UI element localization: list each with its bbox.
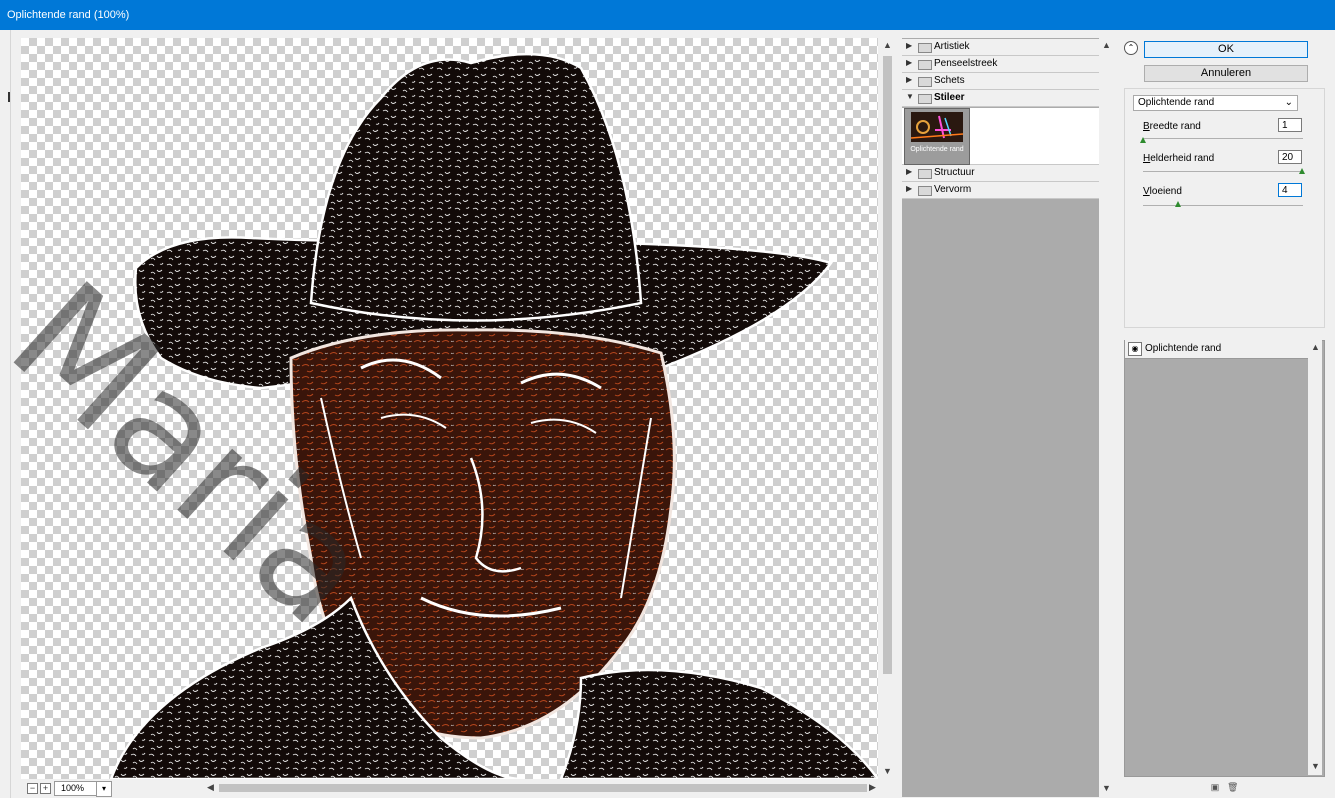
expand-icon: ▶ <box>906 75 913 84</box>
folder-icon <box>918 169 932 179</box>
zoom-out-icon[interactable]: − <box>27 783 38 794</box>
effect-layer-label: Oplichtende rand <box>1145 343 1222 354</box>
helderheid-rand-slider-handle[interactable] <box>1299 168 1305 174</box>
layers-scroll-down-icon[interactable]: ▼ <box>1311 761 1320 771</box>
vertical-scroll-thumb[interactable] <box>883 56 892 674</box>
category-artistiek[interactable]: ▶ Artistiek <box>902 39 1099 56</box>
folder-open-icon <box>918 94 932 104</box>
folder-icon <box>918 43 932 53</box>
param-label-helderheid-rand: Helderheid rand <box>1143 153 1215 164</box>
gallery-scrollbar[interactable]: ▲ ▼ <box>1099 38 1113 797</box>
layers-scrollbar[interactable]: ▲ ▼ <box>1308 340 1322 775</box>
helderheid-rand-input[interactable]: 20 <box>1278 150 1302 164</box>
expand-icon: ▶ <box>906 58 913 67</box>
horizontal-scroll-thumb[interactable] <box>219 784 867 792</box>
folder-icon <box>918 186 932 196</box>
preview-horizontal-scrollbar[interactable]: ◀ ▶ <box>205 781 881 795</box>
new-effect-layer-icon[interactable]: ▣ <box>1210 782 1220 792</box>
category-stileer[interactable]: ▼ Stileer <box>902 90 1099 107</box>
expand-icon: ▶ <box>906 167 913 176</box>
breedte-rand-input[interactable]: 1 <box>1278 118 1302 132</box>
filter-thumb-oplichtende-rand[interactable]: Oplichtende rand <box>904 108 970 165</box>
category-label: Schets <box>934 75 965 86</box>
scroll-left-icon[interactable]: ◀ <box>207 782 214 793</box>
zoom-level-field[interactable]: 100% <box>54 781 102 796</box>
category-penseelstreek[interactable]: ▶ Penseelstreek <box>902 56 1099 73</box>
edge-marker <box>8 92 10 102</box>
breedte-rand-slider-handle[interactable] <box>1140 137 1146 143</box>
filter-select-value: Oplichtende rand <box>1138 97 1215 108</box>
expand-icon: ▶ <box>906 184 913 193</box>
helderheid-rand-slider[interactable] <box>1143 171 1303 172</box>
category-label: Artistiek <box>934 41 970 52</box>
gallery-scroll-down-icon[interactable]: ▼ <box>1102 783 1111 793</box>
scroll-right-icon[interactable]: ▶ <box>869 782 876 793</box>
collapse-icon: ▼ <box>906 92 914 101</box>
filter-select[interactable]: Oplichtende rand ⌄ <box>1133 95 1298 111</box>
preview-vertical-scrollbar[interactable]: ▲ ▼ <box>880 38 896 779</box>
effect-layer-oplichtende-rand[interactable]: ◉ Oplichtende rand <box>1125 340 1308 359</box>
filter-thumb-label: Oplichtende rand <box>910 146 964 153</box>
category-label: Stileer <box>934 92 965 103</box>
vloeiend-slider[interactable] <box>1143 205 1303 206</box>
cancel-button[interactable]: Annuleren <box>1144 65 1308 82</box>
collapse-gallery-icon[interactable]: ⌃ <box>1124 41 1138 55</box>
scroll-down-icon[interactable]: ▼ <box>883 766 892 776</box>
eye-icon[interactable]: ◉ <box>1128 342 1142 356</box>
chevron-down-icon: ⌄ <box>1284 97 1293 108</box>
window-titlebar: Oplichtende rand (100%) <box>0 0 1335 30</box>
ok-button[interactable]: OK <box>1144 41 1308 58</box>
param-label-breedte-rand: Breedte rand <box>1143 121 1201 132</box>
param-label-vloeiend: Vloeiend <box>1143 186 1182 197</box>
delete-effect-layer-icon[interactable]: 🗑 <box>1227 782 1238 792</box>
zoom-in-icon[interactable]: + <box>40 783 51 794</box>
filter-thumbnail-image <box>911 112 963 142</box>
vloeiend-slider-handle[interactable] <box>1175 201 1181 207</box>
folder-icon <box>918 60 932 70</box>
left-edge <box>0 30 11 798</box>
category-label: Vervorm <box>934 184 972 195</box>
category-label: Penseelstreek <box>934 58 998 69</box>
layers-scroll-up-icon[interactable]: ▲ <box>1311 342 1320 352</box>
scroll-up-icon[interactable]: ▲ <box>883 40 892 50</box>
category-schets[interactable]: ▶ Schets <box>902 73 1099 90</box>
vloeiend-input[interactable]: 4 <box>1278 183 1302 197</box>
breedte-rand-slider[interactable] <box>1143 138 1303 139</box>
effect-layers-panel <box>1124 340 1325 777</box>
category-vervorm[interactable]: ▶ Vervorm <box>902 182 1099 199</box>
zoom-dropdown-icon[interactable]: ▾ <box>96 781 112 797</box>
folder-icon <box>918 77 932 87</box>
window-title: Oplichtende rand (100%) <box>7 9 130 21</box>
category-label: Structuur <box>934 167 975 178</box>
expand-icon: ▶ <box>906 41 913 50</box>
gallery-scroll-up-icon[interactable]: ▲ <box>1102 40 1111 50</box>
category-structuur[interactable]: ▶ Structuur <box>902 165 1099 182</box>
